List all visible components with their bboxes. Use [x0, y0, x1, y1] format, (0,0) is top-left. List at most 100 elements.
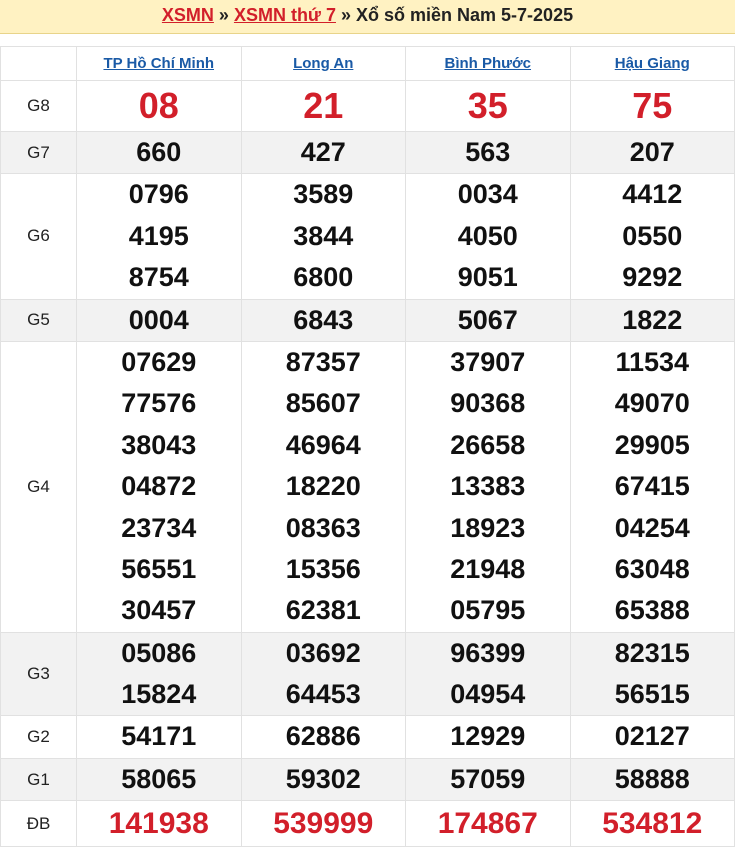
prize-row: G6 0796 4195 8754 3589 3844 6800 0034 4050 9051 44… [0, 173, 735, 300]
results-table: TP Hồ Chí Minh Long An Bình Phước Hậu Gi… [0, 46, 735, 847]
result-number: 90368 [450, 388, 526, 419]
xsmn-thu7-link[interactable]: XSMN thứ 7 [234, 5, 336, 25]
result-cell: 08 [76, 80, 242, 132]
result-cell: 96399 04954 [405, 631, 571, 717]
result-number: 4412 [622, 179, 683, 210]
result-number: 4050 [457, 220, 518, 251]
province-header: Hậu Giang [569, 46, 735, 81]
result-number: 0034 [457, 179, 518, 210]
result-number: 534812 [602, 807, 703, 841]
result-number: 05086 [121, 637, 197, 668]
result-cell: 58888 [569, 757, 735, 802]
result-cell: 563 [405, 130, 571, 175]
xsmn-link[interactable]: XSMN [162, 5, 214, 25]
prize-row: ĐB 141938 539999 174867 534812 [0, 800, 735, 847]
result-cell: 57059 [405, 757, 571, 802]
result-number: 82315 [614, 637, 690, 668]
result-number: 660 [136, 137, 182, 167]
breadcrumb-separator: » [335, 5, 356, 25]
result-cell: 02127 [569, 715, 735, 759]
result-number: 77576 [121, 388, 197, 419]
result-number: 04872 [121, 471, 197, 502]
province-link[interactable]: Hậu Giang [615, 55, 690, 72]
result-number: 15824 [121, 679, 197, 710]
prize-label: G8 [0, 80, 77, 132]
header-corner [0, 46, 77, 81]
result-number: 12929 [450, 721, 526, 752]
result-cell: 07629 77576 38043 04872 23734 56551 30457 [76, 340, 242, 633]
page-title: Xổ số miền Nam 5-7-2025 [356, 5, 574, 25]
result-cell: 05086 15824 [76, 631, 242, 717]
result-number: 15356 [285, 553, 361, 584]
result-number: 11534 [615, 346, 690, 377]
result-number: 04954 [450, 679, 526, 710]
result-number: 57059 [450, 763, 526, 794]
province-header: TP Hồ Chí Minh [76, 46, 242, 81]
prize-label: G4 [0, 340, 77, 633]
prize-label: G1 [0, 757, 77, 802]
result-number: 07629 [121, 346, 197, 377]
result-number: 13383 [450, 471, 526, 502]
result-number: 18923 [450, 512, 526, 543]
result-number: 21 [303, 85, 344, 126]
result-number: 96399 [450, 637, 526, 668]
result-number: 23734 [121, 512, 197, 543]
prize-label: G6 [0, 173, 77, 300]
result-number: 64453 [285, 679, 361, 710]
result-number: 18220 [285, 471, 361, 502]
province-link[interactable]: Long An [293, 55, 353, 72]
result-cell: 87357 85607 46964 18220 08363 15356 62381 [240, 340, 406, 633]
result-number: 0550 [622, 220, 683, 251]
result-cell: 12929 [405, 715, 571, 759]
result-cell: 62886 [240, 715, 406, 759]
result-cell: 1822 [569, 298, 735, 342]
prize-row: G8 08 21 35 75 [0, 80, 735, 132]
prize-label: G3 [0, 631, 77, 717]
result-number: 03692 [285, 637, 361, 668]
province-link[interactable]: Bình Phước [444, 55, 531, 72]
result-cell: 59302 [240, 757, 406, 802]
result-cell: 534812 [569, 800, 735, 847]
result-number: 6800 [293, 262, 354, 293]
province-header-row: TP Hồ Chí Minh Long An Bình Phước Hậu Gi… [0, 46, 735, 81]
result-cell: 6843 [240, 298, 406, 342]
result-number: 427 [300, 137, 346, 167]
prize-row: G3 05086 15824 03692 64453 96399 04954 82315 565… [0, 631, 735, 717]
result-number: 46964 [285, 429, 361, 460]
result-cell: 54171 [76, 715, 242, 759]
prize-label: G5 [0, 298, 77, 342]
result-number: 9292 [622, 262, 683, 293]
result-cell: 174867 [405, 800, 571, 847]
result-number: 56551 [121, 553, 197, 584]
breadcrumb-separator: » [213, 5, 234, 25]
result-number: 1822 [622, 304, 683, 335]
prize-label: ĐB [0, 800, 77, 847]
prize-row: G7 660 427 563 207 [0, 130, 735, 175]
result-cell: 58065 [76, 757, 242, 802]
result-cell: 539999 [240, 800, 406, 847]
result-number: 29905 [614, 429, 690, 460]
result-cell: 0004 [76, 298, 242, 342]
result-number: 35 [467, 85, 508, 126]
result-number: 65388 [614, 595, 690, 626]
result-number: 54171 [121, 721, 197, 752]
result-number: 67415 [614, 471, 690, 502]
result-number: 62886 [285, 721, 361, 752]
result-number: 58065 [121, 763, 197, 794]
result-number: 49070 [614, 388, 690, 419]
prize-row: G4 07629 77576 38043 04872 23734 56551 30457 873… [0, 340, 735, 633]
result-number: 63048 [614, 553, 690, 584]
result-number: 04254 [614, 512, 690, 543]
province-link[interactable]: TP Hồ Chí Minh [103, 55, 214, 72]
prize-label: G2 [0, 715, 77, 759]
result-number: 30457 [121, 595, 197, 626]
result-cell: 35 [405, 80, 571, 132]
result-number: 58888 [614, 763, 690, 794]
result-number: 56515 [614, 679, 690, 710]
result-cell: 3589 3844 6800 [240, 173, 406, 300]
result-cell: 37907 90368 26658 13383 18923 21948 05795 [405, 340, 571, 633]
result-number: 3844 [293, 220, 354, 251]
result-number: 563 [465, 137, 511, 167]
result-cell: 427 [240, 130, 406, 175]
result-number: 87357 [285, 346, 361, 377]
